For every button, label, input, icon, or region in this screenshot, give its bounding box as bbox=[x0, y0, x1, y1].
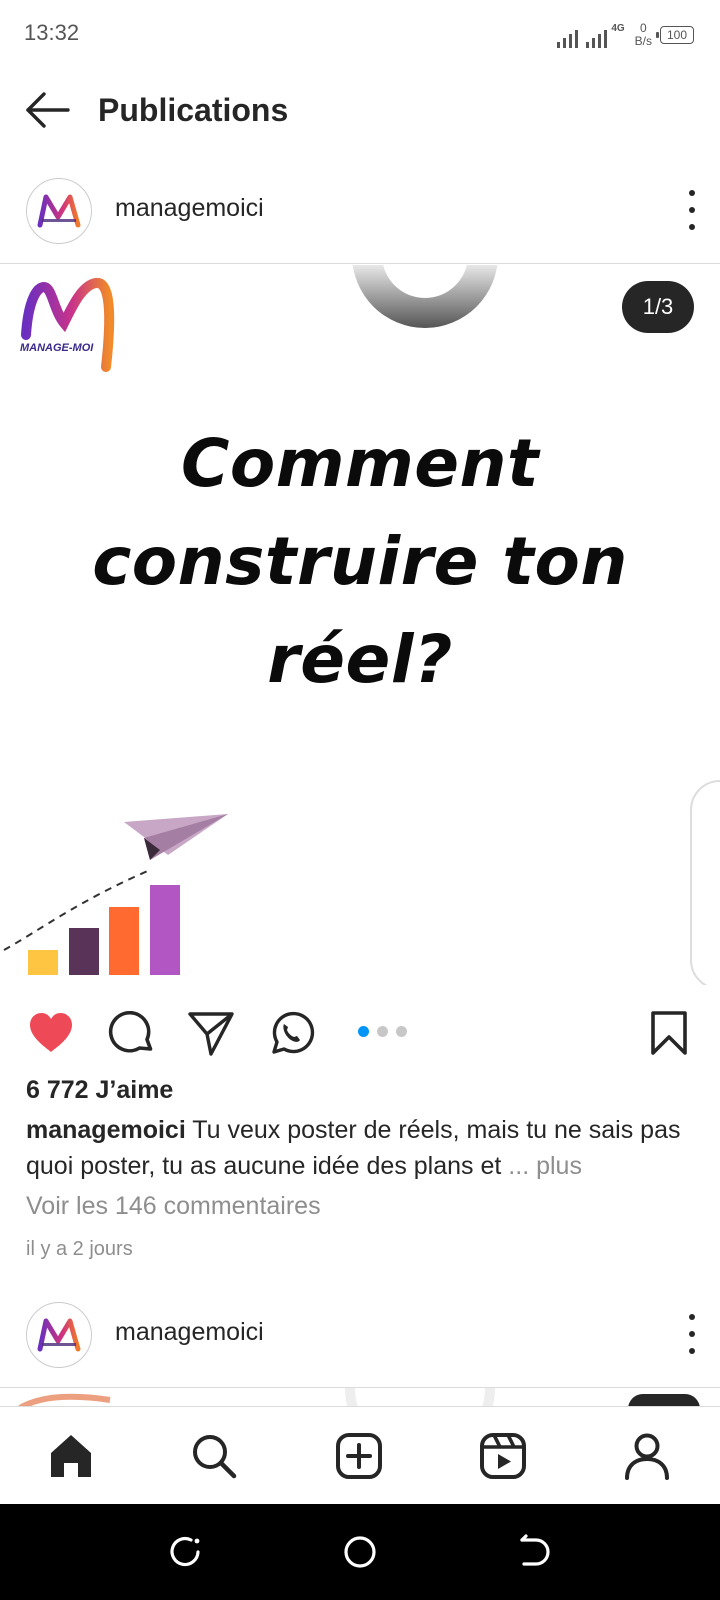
home-icon[interactable] bbox=[46, 1431, 96, 1481]
home-button-icon[interactable] bbox=[340, 1532, 380, 1572]
signal-icon-2 bbox=[586, 26, 608, 48]
more-options-icon[interactable] bbox=[686, 190, 698, 230]
app-header: Publications bbox=[0, 66, 720, 158]
status-bar: 13:32 4G 0 B/s 100 bbox=[0, 0, 720, 66]
battery-level: 100 bbox=[666, 28, 688, 42]
headline-line-1: Comment bbox=[180, 425, 540, 502]
view-comments-link[interactable]: Voir les 146 commentaires bbox=[26, 1192, 321, 1221]
back-arrow-icon[interactable] bbox=[24, 90, 72, 130]
brand-logo-icon bbox=[37, 194, 81, 228]
bookmark-icon[interactable] bbox=[644, 1008, 694, 1058]
network-type: 4G bbox=[611, 23, 625, 34]
status-time: 13:32 bbox=[24, 20, 80, 45]
recent-apps-icon[interactable] bbox=[165, 1532, 205, 1572]
page-title: Publications bbox=[98, 92, 289, 128]
post-headline: Comment construire ton réel? bbox=[0, 415, 720, 709]
data-speed-unit: B/s bbox=[634, 34, 652, 48]
brand-logo: MANAGE-MOI bbox=[18, 273, 118, 378]
share-send-icon[interactable] bbox=[186, 1008, 236, 1058]
signal-icon bbox=[557, 26, 579, 48]
status-indicators: 4G 0 B/s 100 bbox=[557, 16, 694, 48]
headline-line-2: construire ton bbox=[92, 523, 628, 600]
avatar[interactable] bbox=[26, 178, 92, 244]
post-timestamp: il y a 2 jours bbox=[26, 1238, 133, 1260]
whatsapp-icon[interactable] bbox=[266, 1008, 316, 1058]
data-speed: 0 B/s bbox=[635, 22, 652, 48]
post-header: managemoici bbox=[0, 160, 720, 260]
next-post-image-peek bbox=[18, 1388, 700, 1408]
growth-illustration bbox=[3, 814, 228, 975]
carousel-dot-1 bbox=[358, 1026, 369, 1037]
next-post-header: managemoici bbox=[0, 1284, 720, 1384]
next-post-username[interactable]: managemoici bbox=[115, 1318, 264, 1347]
post-username[interactable]: managemoici bbox=[115, 194, 264, 223]
paper-plane-icon bbox=[124, 814, 228, 860]
post-image[interactable]: MANAGE-MOI 1/3 Comment construire ton ré… bbox=[0, 265, 720, 985]
system-navigation-bar bbox=[0, 1504, 720, 1600]
headline-line-3: réel? bbox=[267, 621, 453, 698]
bottom-navigation bbox=[0, 1406, 720, 1504]
back-button-icon[interactable] bbox=[514, 1532, 554, 1572]
add-post-icon[interactable] bbox=[334, 1431, 384, 1481]
chart-bar-2 bbox=[69, 928, 99, 975]
ring-decoration bbox=[352, 265, 498, 328]
instagram-publications-screen: 13:32 4G 0 B/s 100 Publications managemo… bbox=[0, 0, 720, 1600]
more-options-icon[interactable] bbox=[686, 1314, 698, 1354]
slide-counter: 1/3 bbox=[622, 281, 694, 333]
carousel-indicator bbox=[358, 1026, 407, 1037]
caption-more-link[interactable]: ... plus bbox=[508, 1152, 582, 1180]
side-edge-tab[interactable] bbox=[690, 780, 720, 985]
brand-logo-text: MANAGE-MOI bbox=[20, 342, 94, 354]
comment-icon[interactable] bbox=[106, 1008, 156, 1058]
post-actions bbox=[0, 1000, 720, 1066]
likes-count[interactable]: 6 772 J’aime bbox=[26, 1076, 173, 1105]
post-caption: managemoici Tu veux poster de réels, mai… bbox=[26, 1112, 702, 1184]
battery-icon: 100 bbox=[656, 26, 694, 44]
reels-icon[interactable] bbox=[478, 1431, 528, 1481]
carousel-dot-2 bbox=[377, 1026, 388, 1037]
like-heart-icon[interactable] bbox=[26, 1008, 76, 1058]
brand-logo-m-icon: MANAGE-MOI bbox=[20, 278, 115, 372]
divider bbox=[0, 263, 720, 264]
chart-bar-4 bbox=[150, 885, 180, 975]
carousel-dot-3 bbox=[396, 1026, 407, 1037]
profile-icon[interactable] bbox=[622, 1431, 672, 1481]
chart-bar-3 bbox=[109, 907, 139, 975]
search-icon[interactable] bbox=[189, 1431, 239, 1481]
caption-username[interactable]: managemoici bbox=[26, 1116, 186, 1144]
brand-logo-icon bbox=[37, 1318, 81, 1352]
avatar[interactable] bbox=[26, 1302, 92, 1368]
chart-bar-1 bbox=[28, 950, 58, 975]
